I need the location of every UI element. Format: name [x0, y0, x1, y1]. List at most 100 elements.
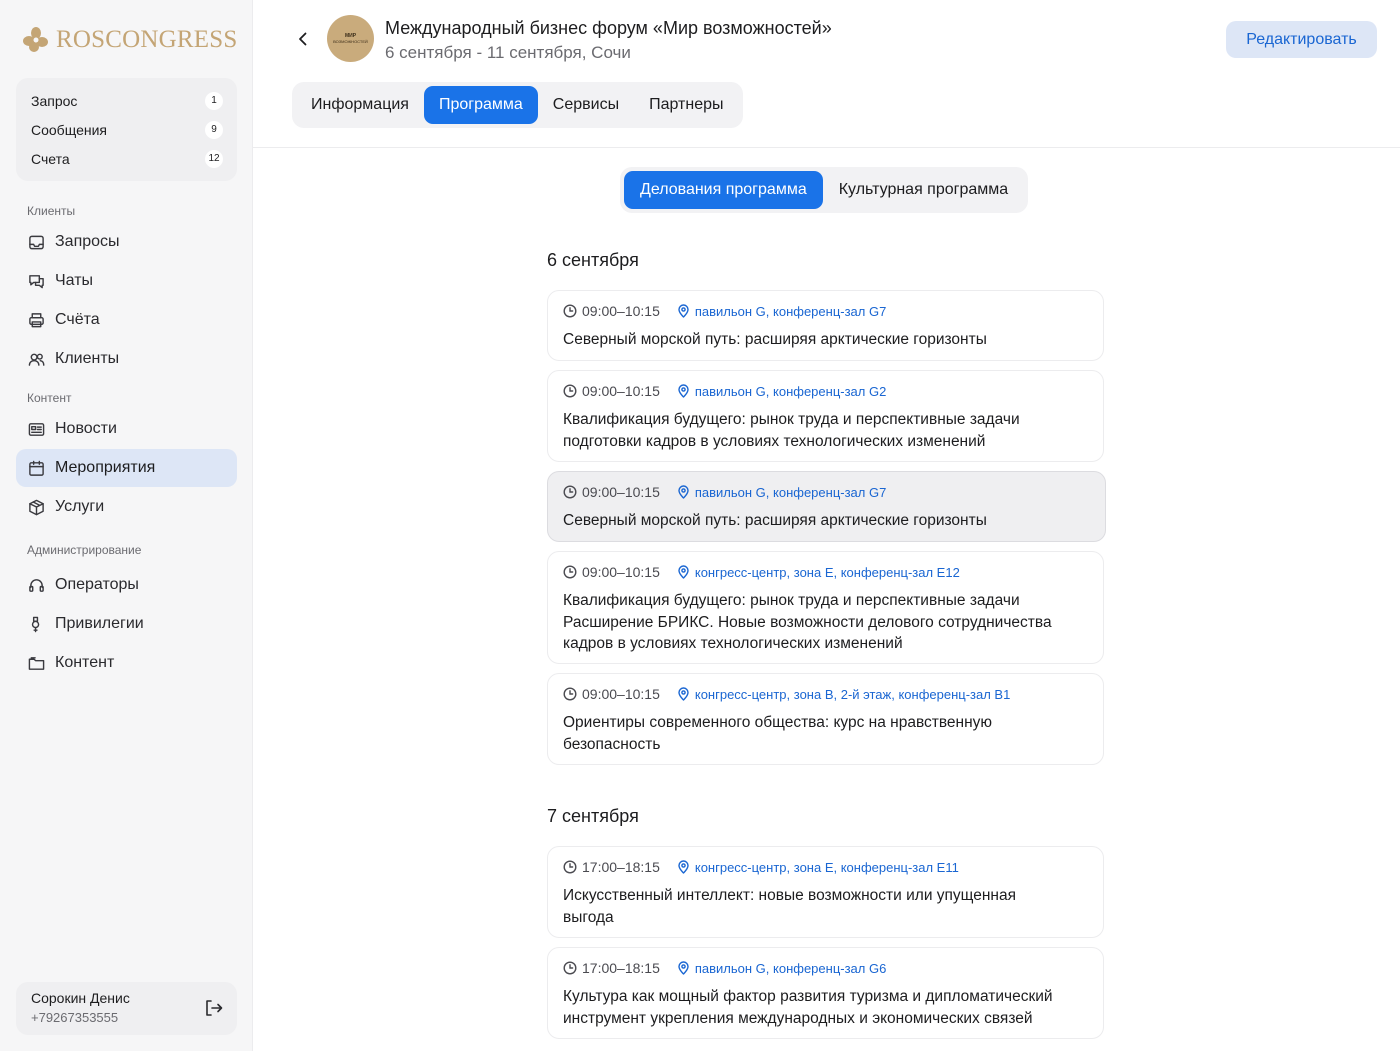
chat-icon: [28, 273, 45, 290]
session-meta: 09:00–10:15 павильон G, конференц-зал G7: [563, 483, 1090, 501]
session-title: Северный морской путь: расширяя арктичес…: [563, 512, 987, 529]
section-title-content: Контент: [27, 391, 72, 405]
inbox-icon: [28, 234, 45, 251]
program-type-switch: Делования программа Культурная программа: [620, 167, 1029, 213]
session-time: 09:00–10:15: [582, 484, 660, 500]
clock-icon: [563, 687, 577, 701]
session-time-wrap: 09:00–10:15: [563, 303, 660, 319]
sidebar-item-label: Чаты: [55, 272, 94, 289]
session-time: 09:00–10:15: [582, 303, 660, 319]
counter-badge: 1: [205, 91, 223, 110]
sidebar-item-content[interactable]: Контент: [16, 644, 237, 682]
session-title: Культура как мощный фактор развития тури…: [563, 988, 1053, 1027]
session-card[interactable]: 17:00–18:15 конгресс-центр, зона E, конф…: [547, 846, 1104, 938]
session-meta: 09:00–10:15 конгресс-центр, зона E, конф…: [563, 563, 1088, 581]
location-pin-icon: [678, 304, 689, 318]
sidebar-item-chats[interactable]: Чаты: [16, 262, 237, 300]
tab-information[interactable]: Информация: [296, 86, 424, 124]
section-title-clients: Клиенты: [27, 204, 76, 218]
session-meta: 17:00–18:15 конгресс-центр, зона E, конф…: [563, 858, 1088, 876]
edit-button[interactable]: Редактировать: [1226, 21, 1377, 58]
location-pin-icon: [678, 485, 689, 499]
sidebar-item-privileges[interactable]: Привилегии: [16, 605, 237, 643]
page-title: Международный бизнес форум «Мир возможно…: [385, 18, 832, 38]
tab-services[interactable]: Сервисы: [538, 86, 634, 124]
session-card[interactable]: 09:00–10:15 конгресс-центр, зона B, 2-й …: [547, 673, 1104, 765]
event-avatar: МИР ВОЗМОЖНОСТЕЙ: [327, 15, 374, 62]
logo-flower-icon: [23, 27, 48, 52]
user-name: Сорокин Денис: [31, 990, 130, 1006]
user-card: Сорокин Денис +79267353555: [16, 982, 237, 1035]
session-location: павильон G, конференц-зал G7: [694, 484, 887, 500]
location-pin-icon: [678, 565, 689, 579]
session-card-hovered[interactable]: 09:00–10:15 павильон G, конференц-зал G7…: [547, 471, 1106, 542]
session-location-wrap: павильон G, конференц-зал G7: [677, 485, 886, 500]
users-icon: [28, 351, 45, 368]
sidebar-item-label: Привилегии: [55, 615, 144, 632]
sidebar-item-requests[interactable]: Запросы: [16, 223, 237, 261]
chevron-left-icon: [299, 32, 307, 46]
session-title: Северный морской путь: расширяя арктичес…: [563, 331, 987, 348]
session-location-wrap: павильон G, конференц-зал G6: [677, 961, 886, 976]
session-time: 17:00–18:15: [582, 859, 660, 875]
location-pin-icon: [678, 961, 689, 975]
session-card[interactable]: 09:00–10:15 павильон G, конференц-зал G7…: [547, 290, 1104, 361]
session-location-wrap: павильон G, конференц-зал G7: [677, 304, 886, 319]
sidebar-item-label: Счёта: [55, 311, 100, 328]
session-location-wrap: конгресс-центр, зона E, конференц-зал E1…: [677, 860, 959, 875]
session-time-wrap: 17:00–18:15: [563, 960, 660, 976]
sidebar: ROSCONGRESS Запрос 1 Сообщения 9 Счета 1…: [0, 0, 253, 1051]
tab-cultural-program[interactable]: Культурная программа: [823, 171, 1024, 209]
counters-panel: Запрос 1 Сообщения 9 Счета 12: [16, 78, 237, 181]
counter-badge: 12: [205, 149, 223, 168]
box-icon: [28, 499, 45, 516]
session-time-wrap: 09:00–10:15: [563, 484, 660, 500]
sidebar-item-label: Операторы: [55, 576, 139, 593]
counter-badge: 9: [205, 120, 223, 139]
sidebar-item-clients[interactable]: Клиенты: [16, 340, 237, 378]
session-time-wrap: 17:00–18:15: [563, 859, 660, 875]
session-time: 17:00–18:15: [582, 960, 660, 976]
logout-icon[interactable]: [203, 998, 223, 1018]
headset-icon: [28, 577, 45, 594]
sidebar-item-news[interactable]: Новости: [16, 410, 237, 448]
sidebar-item-label: Мероприятия: [55, 459, 156, 476]
counter-messages[interactable]: Сообщения 9: [16, 115, 237, 144]
clock-icon: [563, 860, 577, 874]
back-button[interactable]: [291, 27, 315, 51]
sidebar-item-invoices[interactable]: Счёта: [16, 301, 237, 339]
session-location: павильон G, конференц-зал G6: [694, 960, 887, 976]
sidebar-item-operators[interactable]: Операторы: [16, 566, 237, 604]
session-time-wrap: 09:00–10:15: [563, 564, 660, 580]
medal-icon: [28, 616, 45, 633]
tab-partners[interactable]: Партнеры: [634, 86, 738, 124]
session-card[interactable]: 09:00–10:15 конгресс-центр, зона E, конф…: [547, 551, 1104, 664]
location-pin-icon: [678, 384, 689, 398]
sidebar-item-label: Новости: [55, 420, 117, 437]
event-dates-location: 6 сентября - 11 сентября, Сочи: [385, 43, 631, 62]
calendar-icon: [28, 460, 45, 477]
session-card[interactable]: 09:00–10:15 павильон G, конференц-зал G2…: [547, 370, 1104, 462]
sidebar-item-label: Клиенты: [55, 350, 120, 367]
brand-name: ROSCONGRESS: [56, 26, 238, 53]
sidebar-item-services[interactable]: Услуги: [16, 488, 237, 526]
section-title-admin: Администрирование: [27, 543, 142, 557]
sidebar-item-events[interactable]: Мероприятия: [16, 449, 237, 487]
counter-label: Счета: [31, 150, 70, 167]
roscongress-logo[interactable]: ROSCONGRESS: [22, 26, 237, 54]
session-title: Квалификация будущего: рынок труда и пер…: [563, 411, 1020, 450]
clock-icon: [563, 961, 577, 975]
event-tabs: Информация Программа Сервисы Партнеры: [292, 82, 743, 128]
tab-business-program[interactable]: Делования программа: [624, 171, 823, 209]
session-location-wrap: конгресс-центр, зона E, конференц-зал E1…: [677, 565, 960, 580]
counter-label: Запрос: [31, 92, 78, 109]
session-card[interactable]: 17:00–18:15 павильон G, конференц-зал G6…: [547, 947, 1104, 1039]
tab-program[interactable]: Программа: [423, 86, 538, 124]
counter-requests[interactable]: Запрос 1: [16, 86, 237, 115]
counter-invoices[interactable]: Счета 12: [16, 144, 237, 173]
session-title: Искусственный интеллект: новые возможнос…: [563, 887, 1017, 926]
session-location: конгресс-центр, зона E, конференц-зал E1…: [694, 859, 959, 875]
clock-icon: [563, 384, 577, 398]
location-pin-icon: [678, 687, 689, 701]
avatar-text: ВОЗМОЖНОСТЕЙ: [333, 38, 368, 44]
